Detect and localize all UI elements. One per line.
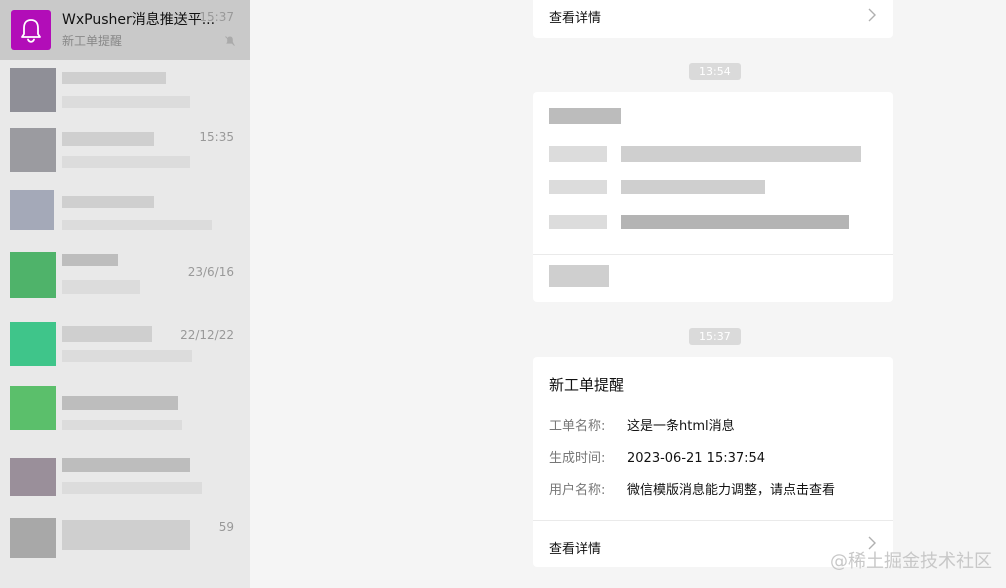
field-value: 这是一条html消息: [627, 419, 735, 434]
blurred-avatar: [10, 322, 56, 366]
chat-item[interactable]: [0, 180, 250, 240]
chat-time: 15:37: [199, 10, 234, 24]
field-label: 生成时间:: [549, 451, 606, 466]
chat-preview: 新工单提醒: [62, 34, 123, 48]
message-card-previous: 查看详情: [533, 0, 893, 38]
time-divider: 13:54: [689, 63, 741, 80]
chat-item[interactable]: 22/12/22: [0, 300, 250, 366]
field-label: 用户名称:: [549, 483, 606, 498]
blurred-avatar: [10, 386, 56, 430]
chat-item[interactable]: 15:35: [0, 120, 250, 180]
blurred-avatar: [10, 190, 54, 230]
chat-time: 15:35: [199, 130, 234, 144]
chat-time: 59: [218, 520, 234, 534]
field-value: 微信模版消息能力调整，请点击查看: [627, 483, 836, 498]
field-created-time: 生成时间: 2023-06-21 15:37:54: [549, 447, 765, 466]
chat-avatar: [11, 10, 51, 50]
view-details-row[interactable]: 查看详情: [533, 0, 893, 38]
message-card-blurred: [533, 92, 893, 302]
blurred-avatar: [10, 68, 56, 112]
work-order-notification-card: 新工单提醒 工单名称: 这是一条html消息 生成时间: 2023-06-21 15…: [533, 357, 893, 567]
card-title: 新工单提醒: [549, 376, 625, 394]
chat-item[interactable]: [0, 380, 250, 440]
chat-time: 23/6/16: [187, 265, 234, 279]
field-user-name: 用户名称: 微信模版消息能力调整，请点击查看: [549, 479, 835, 498]
blurred-avatar: [10, 458, 56, 496]
view-details-label: 查看详情: [549, 542, 602, 557]
chat-item[interactable]: 23/6/16: [0, 240, 250, 300]
view-details-label: 查看详情: [549, 11, 602, 26]
field-label: 工单名称:: [549, 419, 606, 434]
chat-item[interactable]: [0, 456, 250, 516]
chevron-right-icon: [868, 8, 876, 22]
time-divider: 15:37: [689, 328, 741, 345]
chat-item[interactable]: [0, 60, 250, 120]
mute-bell-icon: [225, 36, 235, 46]
chat-name: WxPusher消息推送平...: [62, 12, 216, 28]
bell-icon: [21, 19, 41, 43]
blurred-avatar: [10, 518, 56, 558]
chat-item[interactable]: 59: [0, 516, 250, 576]
field-value: 2023-06-21 15:37:54: [627, 451, 766, 466]
watermark: @稀土掘金技术社区: [830, 551, 992, 572]
chat-time: 22/12/22: [180, 328, 234, 342]
chat-list-sidebar: WxPusher消息推送平... 15:37 新工单提醒 15:35 23/6/…: [0, 0, 250, 588]
blurred-avatar: [10, 252, 56, 298]
chat-item-wxpusher[interactable]: WxPusher消息推送平... 15:37 新工单提醒: [0, 0, 250, 60]
field-work-order-name: 工单名称: 这是一条html消息: [549, 415, 735, 434]
chat-panel: 查看详情 13:54 15:37 新工单提醒 工单名称: 这是一条html消息 生…: [250, 0, 1006, 588]
blurred-avatar: [10, 128, 56, 172]
